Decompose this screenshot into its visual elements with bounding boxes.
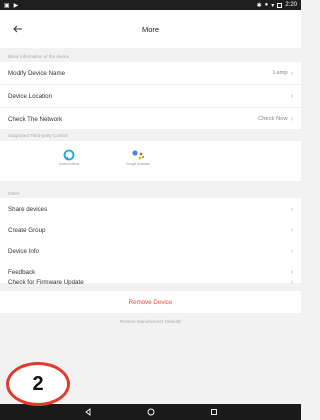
row-label: Share devices xyxy=(8,205,48,213)
nav-recents-icon[interactable] xyxy=(210,408,218,416)
back-arrow-icon xyxy=(13,25,22,33)
status-left: ▣ ▶ xyxy=(4,2,18,9)
nav-home-icon[interactable] xyxy=(147,408,155,416)
chevron-right-icon: › xyxy=(290,115,293,123)
section-label-third-party: Supported Third-party Control xyxy=(0,129,301,141)
restore-defaults-link[interactable]: Restore Manufacturer Defaults xyxy=(0,313,301,329)
back-button[interactable] xyxy=(10,21,26,37)
device-name-value: Lamp xyxy=(273,70,288,76)
chevron-right-icon: › xyxy=(290,247,293,255)
row-label: Check The Network xyxy=(8,115,63,123)
chevron-right-icon: › xyxy=(290,205,293,213)
share-devices-row[interactable]: Share devices › xyxy=(0,198,301,220)
section-label-basic: Basic information of the device xyxy=(0,50,301,62)
modify-device-name-row[interactable]: Modify Device Name Lamp › xyxy=(0,62,301,84)
google-assistant-icon xyxy=(132,150,144,160)
alexa-label: Amazon Alexa xyxy=(58,162,80,166)
status-bar: ▣ ▶ ✱ ● ▾ 2:20 xyxy=(0,0,301,10)
chevron-right-icon: › xyxy=(290,268,293,276)
alexa-icon xyxy=(63,149,75,161)
row-label: Check for Firmware Update xyxy=(8,278,84,286)
page-title: More xyxy=(141,24,160,34)
row-label: Device Location xyxy=(8,92,53,100)
wifi-icon: ▾ xyxy=(271,2,275,9)
chevron-right-icon: › xyxy=(290,278,293,286)
app-header: More xyxy=(0,10,301,48)
chevron-right-icon: › xyxy=(290,226,293,234)
alexa-item[interactable]: Amazon Alexa xyxy=(49,149,89,166)
bluetooth-icon: ✱ xyxy=(256,2,262,9)
dnd-icon: ● xyxy=(264,2,269,8)
battery-icon xyxy=(277,2,283,8)
notification-icon: ▣ xyxy=(4,2,10,9)
device-location-row[interactable]: Device Location › xyxy=(0,85,301,107)
row-label: Feedback xyxy=(8,268,36,276)
media-icon: ▶ xyxy=(13,2,19,9)
remove-device-button[interactable]: Remove Device xyxy=(0,291,301,313)
nav-back-icon[interactable] xyxy=(84,408,92,416)
check-network-row[interactable]: Check The Network Check Now › xyxy=(0,108,301,130)
check-now-value: Check Now xyxy=(258,116,288,122)
row-label: Device Info xyxy=(8,247,39,255)
chevron-right-icon: › xyxy=(290,92,293,100)
android-nav-bar xyxy=(0,404,301,420)
status-right: ✱ ● ▾ 2:20 xyxy=(257,2,297,9)
chevron-right-icon: › xyxy=(290,69,293,77)
google-assistant-item[interactable]: Google Assistant xyxy=(118,149,158,166)
row-label: Modify Device Name xyxy=(8,69,66,77)
row-label: Create Group xyxy=(8,226,46,234)
step-number-badge: 2 xyxy=(6,362,70,406)
create-group-row[interactable]: Create Group › xyxy=(0,219,301,241)
google-assistant-label: Google Assistant xyxy=(126,162,150,166)
third-party-panel: Amazon Alexa Google Assistant xyxy=(0,141,301,181)
divider xyxy=(8,287,301,288)
device-info-row[interactable]: Device Info › xyxy=(0,240,301,262)
status-time: 2:20 xyxy=(285,2,297,8)
